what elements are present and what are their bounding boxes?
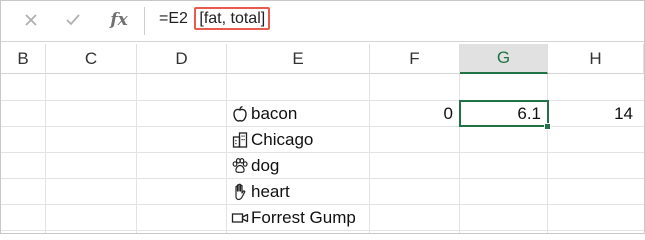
spreadsheet-window: fx =E2 [fat, total] B C D E F G H bacon … xyxy=(0,0,645,234)
cell-value: 0 xyxy=(443,103,453,123)
apple-icon xyxy=(230,104,250,124)
column-label: C xyxy=(84,48,98,68)
cell-text: bacon xyxy=(251,103,298,123)
column-label: B xyxy=(17,48,29,68)
column-label: G xyxy=(496,48,511,67)
grid-line xyxy=(459,74,460,233)
column-label: H xyxy=(589,48,602,68)
column-label: F xyxy=(409,48,420,68)
cell-f-row1[interactable]: 0 xyxy=(370,101,459,126)
checkmark-icon[interactable] xyxy=(63,9,83,31)
column-header-d[interactable]: D xyxy=(137,44,227,74)
video-camera-icon xyxy=(230,208,250,228)
grid-line xyxy=(1,230,644,231)
column-header-b[interactable]: B xyxy=(1,44,46,74)
column-header-c[interactable]: C xyxy=(46,44,137,74)
cell-e-bacon[interactable]: bacon xyxy=(227,101,369,126)
grid-line xyxy=(369,74,370,233)
column-label: D xyxy=(175,48,188,68)
formula-highlight: [fat, total] xyxy=(194,7,271,30)
formula-bar: fx =E2 [fat, total] xyxy=(1,1,644,42)
grid-line xyxy=(136,74,137,233)
formula-prefix: =E2 xyxy=(159,10,188,27)
hand-icon xyxy=(230,182,250,202)
cell-e-heart[interactable]: heart xyxy=(227,179,369,204)
grid-line xyxy=(547,74,548,233)
column-header-h[interactable]: H xyxy=(548,44,644,74)
cell-text: Chicago xyxy=(251,129,314,149)
paw-icon xyxy=(230,156,250,176)
cell-e-forrest-gump[interactable]: Forrest Gump xyxy=(227,205,369,230)
formula-input[interactable]: =E2 [fat, total] xyxy=(159,7,271,30)
insert-function-button[interactable]: fx xyxy=(107,9,131,31)
cell-text: heart xyxy=(251,181,290,201)
cell-value: 14 xyxy=(614,103,633,123)
cell-text: dog xyxy=(251,155,280,175)
cell-e-dog[interactable]: dog xyxy=(227,153,369,178)
cell-h-row1[interactable]: 14 xyxy=(548,101,639,126)
cell-value: 6.1 xyxy=(517,103,541,123)
fx-label: fx xyxy=(110,10,128,30)
formula-bar-divider xyxy=(144,7,145,35)
cell-text: Forrest Gump xyxy=(251,207,356,227)
column-header-g[interactable]: G xyxy=(460,44,548,74)
column-header-f[interactable]: F xyxy=(370,44,460,74)
column-label: E xyxy=(292,48,304,68)
grid-line xyxy=(45,74,46,233)
cell-e-chicago[interactable]: Chicago xyxy=(227,127,369,152)
column-header-e[interactable]: E xyxy=(227,44,370,74)
city-icon xyxy=(230,130,250,150)
close-icon[interactable] xyxy=(21,9,41,31)
active-cell-g[interactable]: 6.1 xyxy=(459,100,549,127)
